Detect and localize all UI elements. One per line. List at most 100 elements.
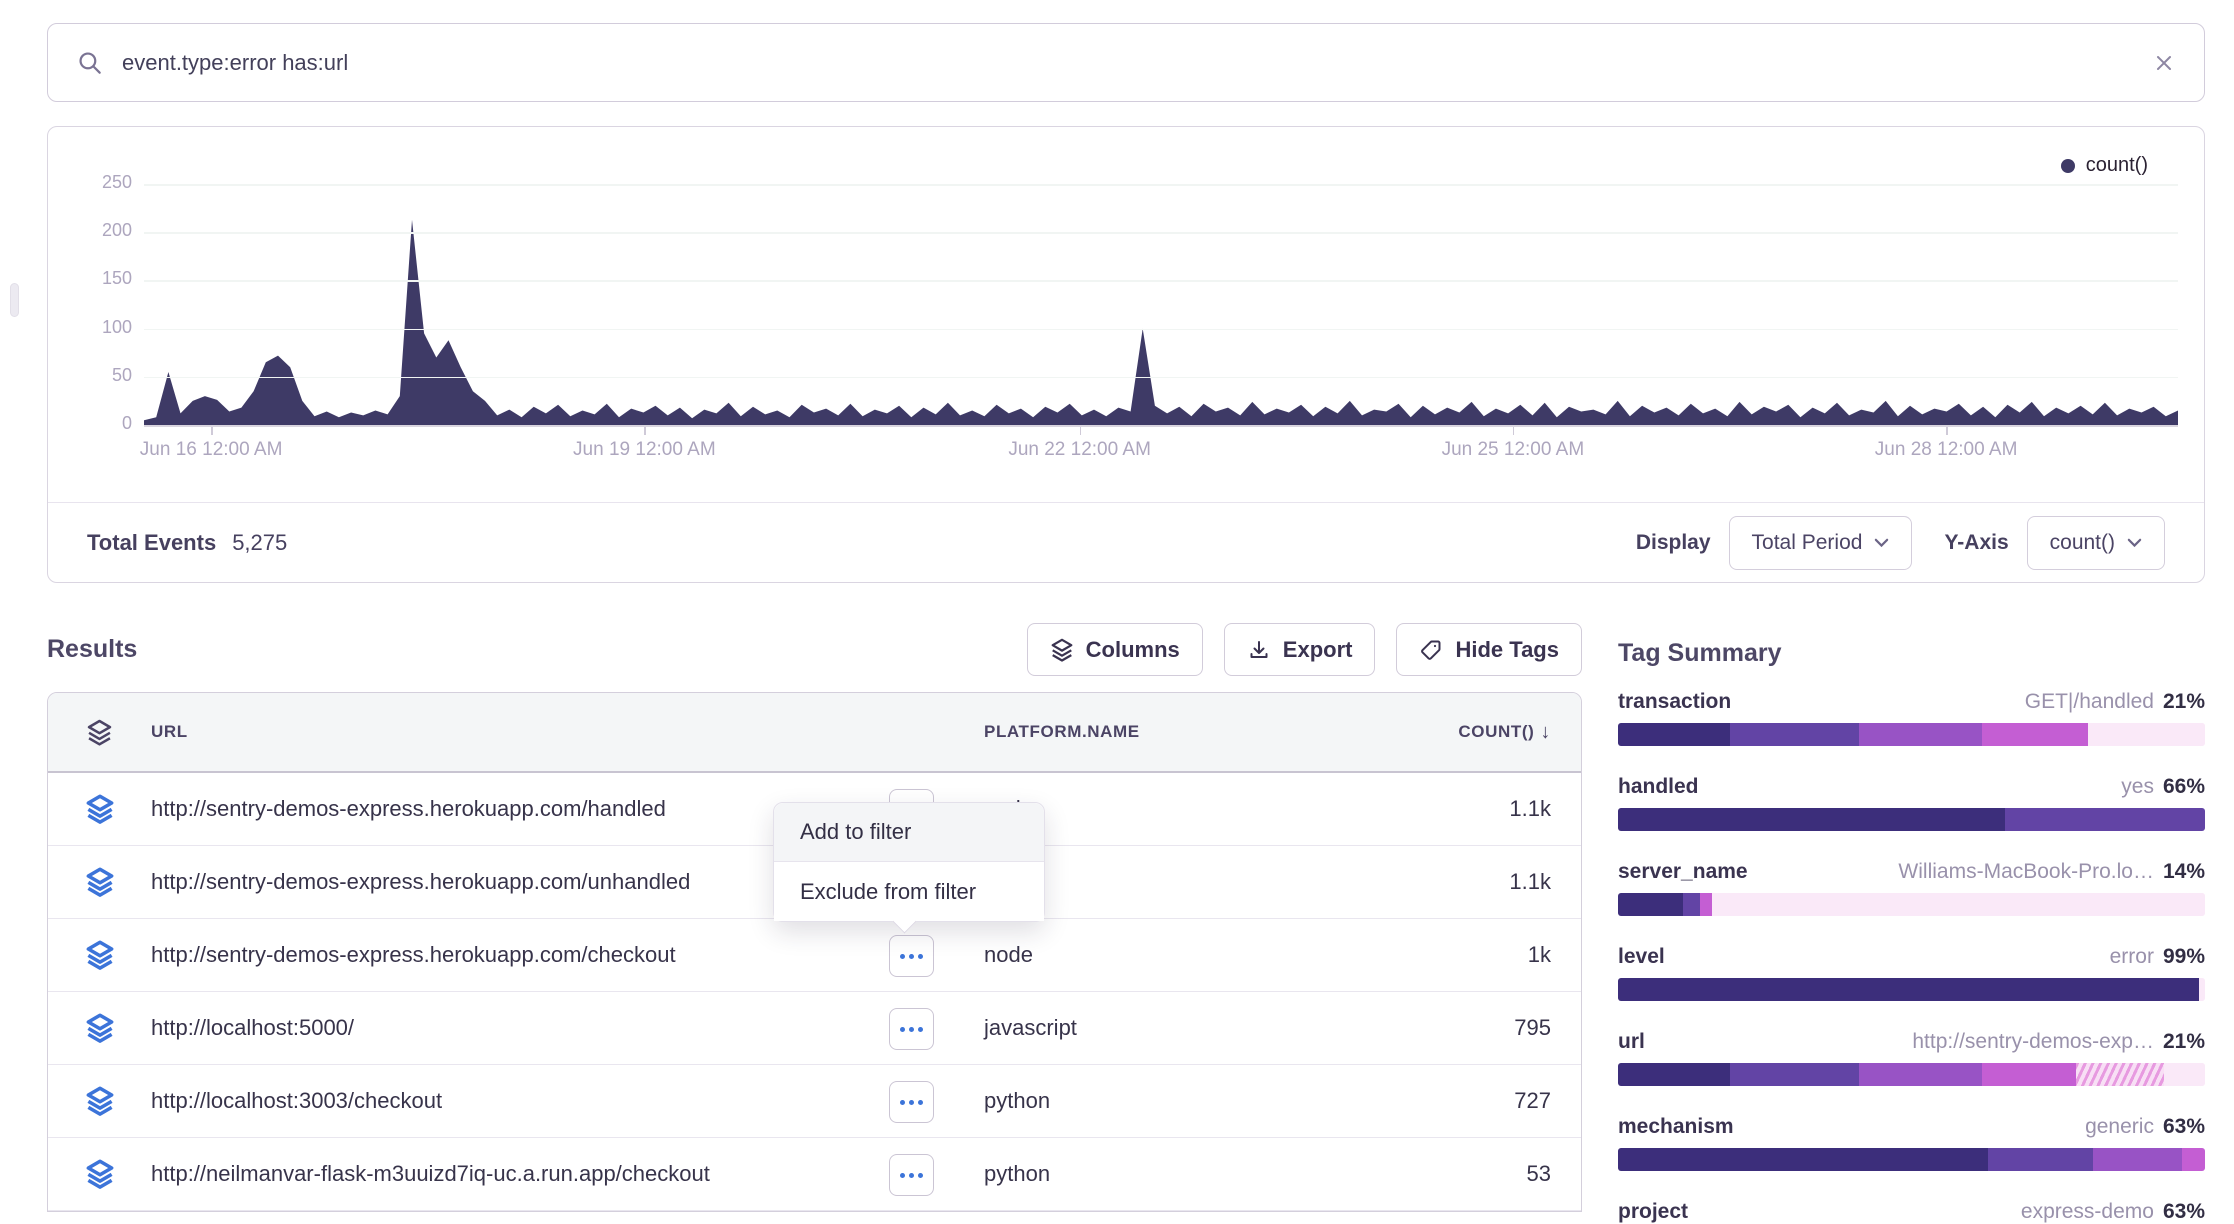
row-actions-button[interactable] [889,1154,934,1196]
tag-bar-segment[interactable] [2093,1148,2181,1171]
table-row[interactable]: http://localhost:5000/ javascript 795 [48,992,1581,1065]
tag-bar-segment[interactable] [1618,1148,1988,1171]
stack-icon [85,1086,115,1116]
tag-distribution-bar[interactable] [1618,1063,2205,1086]
x-axis-tick [1513,427,1515,435]
table-row[interactable]: http://localhost:3003/checkout python 72… [48,1065,1581,1138]
row-actions-button[interactable] [889,935,934,977]
row-url[interactable]: http://localhost:3003/checkout [151,1088,984,1114]
display-dropdown[interactable]: Total Period [1729,516,1913,570]
x-axis-tick-label: Jun 16 12:00 AM [140,439,283,461]
stack-icon [85,940,115,970]
tag-name: level [1618,945,1665,969]
menu-item-exclude-from-filter[interactable]: Exclude from filter [774,862,1044,921]
tag-bar-segment[interactable] [2182,1148,2205,1171]
row-platform: python [984,1161,1411,1187]
gridline [144,377,2178,379]
header-count[interactable]: COUNT() ↓ [1411,721,1581,744]
tag-summary-item: transaction GET|/handled21% [1618,690,2205,746]
chevron-down-icon [1874,538,1889,548]
tag-distribution-bar[interactable] [1618,723,2205,746]
tag-summary-item: handled yes66% [1618,775,2205,831]
row-platform: javascript [984,1015,1411,1041]
row-count: 727 [1411,1088,1581,1114]
tag-bar-segment[interactable] [1859,1063,1982,1086]
clear-search-icon[interactable] [2152,51,2176,75]
tag-bar-segment[interactable] [1712,893,2205,916]
table-row[interactable]: http://sentry-demos-express.herokuapp.co… [48,919,1581,992]
search-icon [76,49,104,77]
search-input[interactable] [122,50,2152,76]
tag-bar-segment[interactable] [1618,808,2005,831]
results-title: Results [47,635,137,664]
tag-bar-segment[interactable] [1618,723,1730,746]
row-count: 1.1k [1411,869,1581,895]
display-label: Display [1636,531,1711,555]
tag-bar-segment[interactable] [1859,723,1982,746]
gridline [144,232,2178,234]
tag-bar-segment[interactable] [2164,1063,2205,1086]
download-icon [1247,638,1271,662]
header-url[interactable]: URL [151,722,984,742]
tag-name: project [1618,1200,1688,1224]
row-count: 795 [1411,1015,1581,1041]
y-axis-tick-label: 0 [48,413,132,434]
tag-bar-segment[interactable] [1618,978,2199,1001]
chart-y-axis: 250200150100500 [48,127,132,467]
row-platform: node [984,796,1411,822]
export-button[interactable]: Export [1224,623,1376,676]
x-axis-tick-label: Jun 22 12:00 AM [1008,439,1151,461]
sort-desc-icon: ↓ [1540,721,1551,744]
tag-summary-panel: Tag Summary transaction GET|/handled21% … [1618,639,2205,1224]
tag-bar-segment[interactable] [1730,723,1859,746]
gridline [144,329,2178,331]
tag-top-value: yes66% [2121,775,2205,799]
results-table: URL PLATFORM.NAME COUNT() ↓ http://sentr… [47,692,1582,1212]
row-actions-button[interactable] [889,1081,934,1123]
tag-bar-segment[interactable] [2005,808,2205,831]
y-axis-tick-label: 100 [48,317,132,338]
tag-bar-segment[interactable] [2076,1063,2164,1086]
table-row[interactable]: http://neilmanvar-flask-m3uuizd7iq-uc.a.… [48,1138,1581,1211]
row-url[interactable]: http://sentry-demos-express.herokuapp.co… [151,942,984,968]
table-header: URL PLATFORM.NAME COUNT() ↓ [48,693,1581,773]
tag-bar-segment[interactable] [1618,1063,1730,1086]
tag-bar-segment[interactable] [1730,1063,1859,1086]
cell-context-menu: Add to filter Exclude from filter [773,802,1045,922]
tag-name: server_name [1618,860,1748,884]
tag-distribution-bar[interactable] [1618,978,2205,1001]
header-platform[interactable]: PLATFORM.NAME [984,722,1411,742]
x-axis-tick-label: Jun 25 12:00 AM [1442,439,1585,461]
tag-bar-segment[interactable] [2088,723,2205,746]
tag-bar-segment[interactable] [2199,978,2205,1001]
hide-tags-button[interactable]: Hide Tags [1396,623,1582,676]
x-axis-tick [211,427,213,435]
tag-distribution-bar[interactable] [1618,1148,2205,1171]
tag-bar-segment[interactable] [1700,893,1712,916]
tag-top-value: Williams-MacBook-Pro.lo…14% [1898,860,2205,884]
row-url[interactable]: http://localhost:5000/ [151,1015,984,1041]
stack-icon [85,1159,115,1189]
columns-button[interactable]: Columns [1027,623,1203,676]
menu-item-add-to-filter[interactable]: Add to filter [774,803,1044,862]
tag-distribution-bar[interactable] [1618,893,2205,916]
tag-bar-segment[interactable] [1683,893,1701,916]
events-chart-panel: count() 250200150100500 Jun 16 12:00 AMJ… [47,126,2205,583]
chart-plot[interactable]: Jun 16 12:00 AMJun 19 12:00 AMJun 22 12:… [144,127,2178,472]
tag-bar-segment[interactable] [1982,723,2088,746]
row-actions-button[interactable] [889,1008,934,1050]
tag-distribution-bar[interactable] [1618,808,2205,831]
tag-bar-segment[interactable] [1618,893,1683,916]
tag-bar-segment[interactable] [1982,1063,2076,1086]
gridline [144,425,2178,427]
row-count: 1k [1411,942,1581,968]
row-platform: node [984,942,1411,968]
tag-summary-title: Tag Summary [1618,639,2205,668]
tag-bar-segment[interactable] [1988,1148,2094,1171]
sidebar-resize-handle[interactable] [10,283,19,317]
yaxis-dropdown[interactable]: count() [2027,516,2165,570]
stack-icon [86,719,113,746]
row-url[interactable]: http://neilmanvar-flask-m3uuizd7iq-uc.a.… [151,1161,984,1187]
stack-icon [85,1013,115,1043]
x-axis-tick-label: Jun 28 12:00 AM [1875,439,2018,461]
